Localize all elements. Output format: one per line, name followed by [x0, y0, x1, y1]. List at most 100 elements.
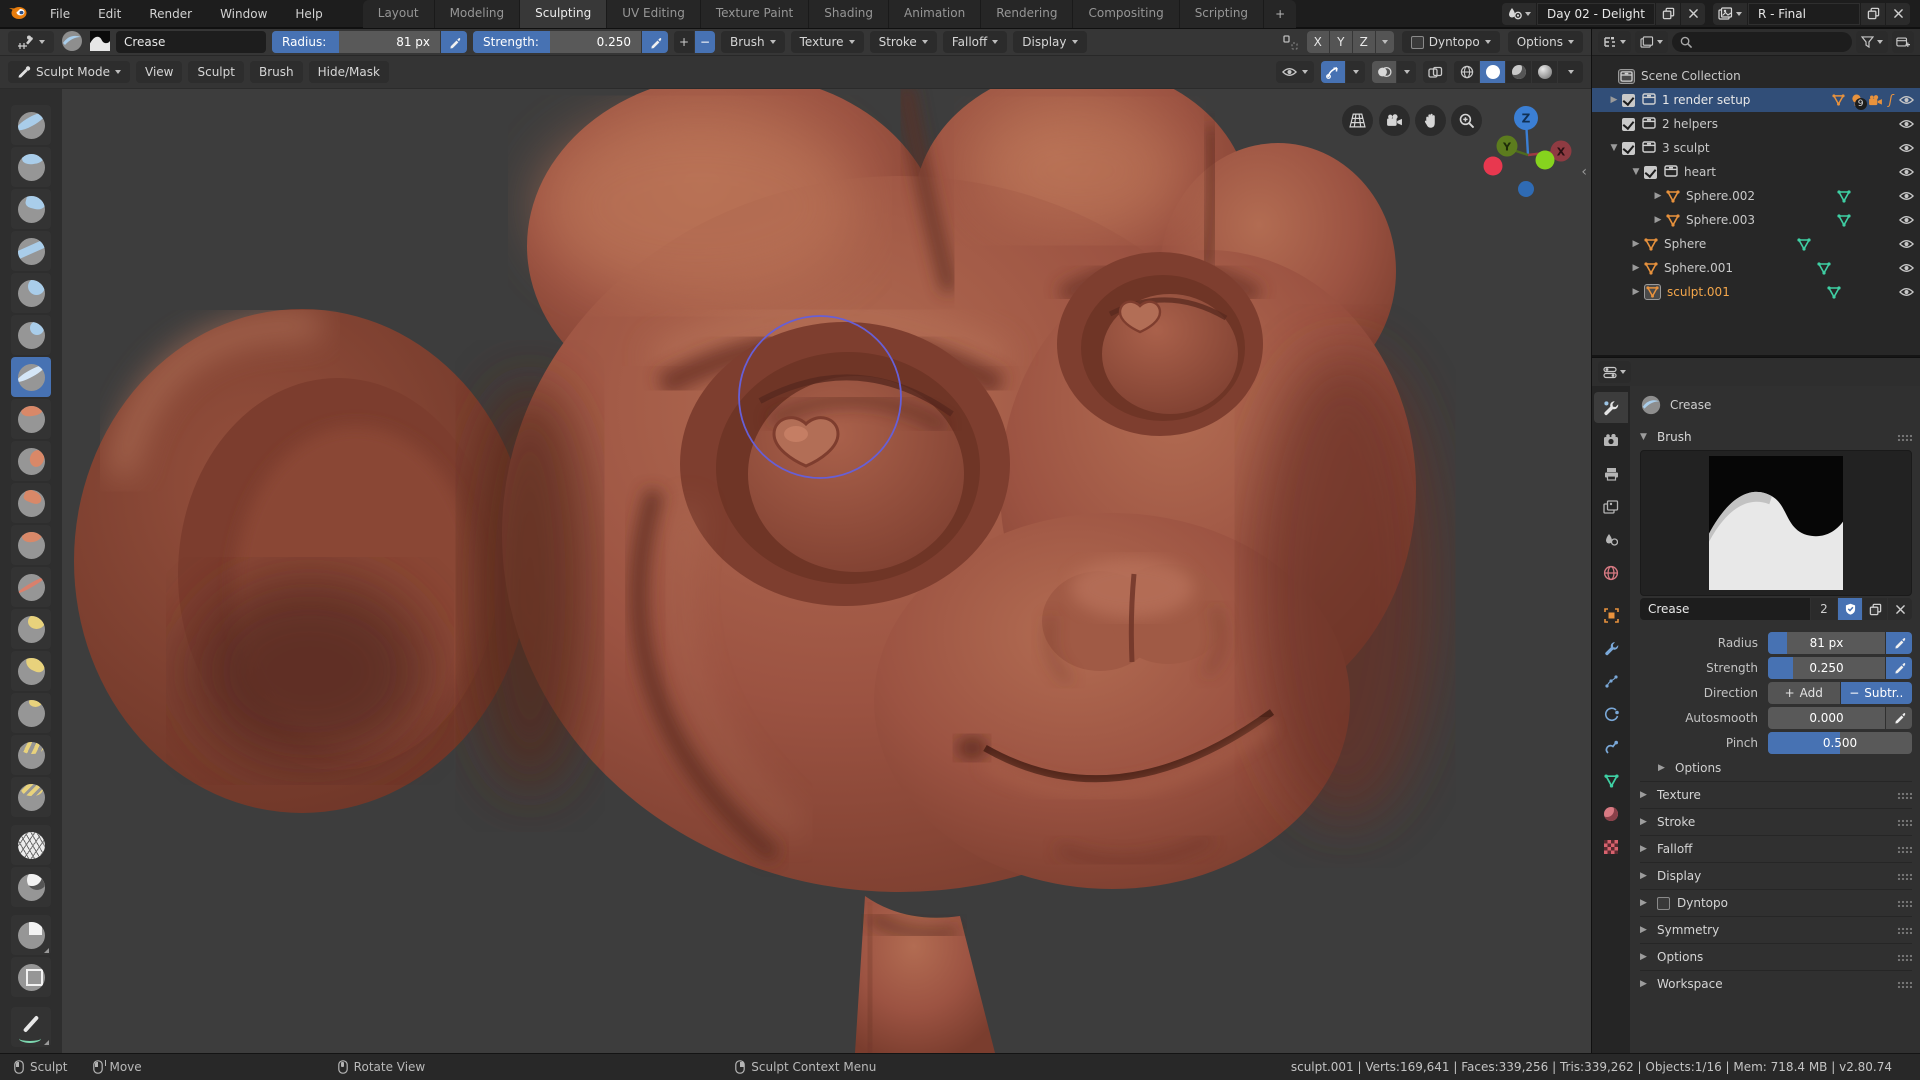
tool-crease[interactable]	[11, 357, 51, 397]
camera-view-button[interactable]	[1379, 105, 1410, 136]
radius-pressure-toggle[interactable]	[441, 31, 467, 53]
direction-subtract-button[interactable]: −	[695, 31, 715, 53]
tab-render[interactable]	[1594, 425, 1628, 456]
shading-rendered-button[interactable]	[1532, 61, 1557, 83]
drag-handle-icon[interactable]	[1897, 818, 1912, 826]
new-collection-button[interactable]	[1892, 31, 1914, 53]
tool-flatten[interactable]	[11, 441, 51, 481]
direction-add-button[interactable]: + Add	[1768, 681, 1840, 704]
expander-closed-icon[interactable]: ▶	[1650, 215, 1666, 225]
strength-slider[interactable]: 0.250	[1768, 656, 1885, 679]
scene-browse-button[interactable]	[1502, 2, 1536, 25]
brush-preview-thumbnail[interactable]	[90, 30, 110, 54]
hide-in-viewport-icon[interactable]	[1899, 167, 1914, 177]
tab-texture[interactable]	[1594, 831, 1628, 862]
display-menu[interactable]: Display	[1013, 31, 1087, 53]
collection-checkbox[interactable]	[1622, 141, 1635, 155]
tab-layout[interactable]: Layout	[362, 0, 435, 28]
axis-gizmo[interactable]: Z X Y	[1468, 96, 1588, 206]
tab-physics[interactable]	[1594, 699, 1628, 730]
brush-users-count[interactable]: 2	[1811, 598, 1837, 620]
hide-in-viewport-icon[interactable]	[1899, 191, 1914, 201]
gizmo-minus-z-axis[interactable]	[1518, 181, 1534, 197]
scene-name-field[interactable]: Day 02 - Delight	[1537, 2, 1655, 25]
options-subpanel-header[interactable]: ▶ Options	[1658, 755, 1912, 781]
scene-unlink-button[interactable]	[1681, 2, 1705, 25]
collection-checkbox[interactable]	[1622, 117, 1635, 131]
properties-editor-type-dropdown[interactable]	[1598, 361, 1631, 383]
direction-subtract-button[interactable]: − Subtr..	[1840, 681, 1912, 704]
tab-object-data[interactable]	[1594, 765, 1628, 796]
menu-help[interactable]: Help	[283, 3, 334, 25]
outliner-display-mode-dropdown[interactable]	[1635, 31, 1668, 53]
tool-inflate[interactable]	[11, 273, 51, 313]
collection-checkbox[interactable]	[1644, 165, 1657, 179]
tool-scrape[interactable]	[11, 525, 51, 565]
direction-add-button[interactable]: +	[674, 31, 694, 53]
tab-scene[interactable]	[1594, 524, 1628, 555]
outliner-row-sphere[interactable]: ▶ Sphere	[1592, 232, 1920, 256]
menu-hide-mask[interactable]: Hide/Mask	[308, 61, 389, 83]
pinch-slider[interactable]: 0.500	[1768, 731, 1912, 754]
duplicate-brush-button[interactable]	[1863, 598, 1887, 620]
tab-view-layer[interactable]	[1594, 491, 1628, 522]
dyntopo-menu[interactable]: Dyntopo	[1401, 31, 1500, 53]
blender-logo-icon[interactable]	[8, 4, 28, 23]
outliner-filter-dropdown[interactable]	[1856, 31, 1888, 53]
tool-box-hide[interactable]	[11, 957, 51, 997]
shading-dropdown[interactable]	[1558, 61, 1583, 83]
symmetry-z-toggle[interactable]: Z	[1352, 31, 1375, 53]
expander-closed-icon[interactable]: ▶	[1606, 95, 1622, 105]
symmetry-y-toggle[interactable]: Y	[1329, 31, 1352, 53]
add-workspace-button[interactable]: +	[1264, 0, 1297, 28]
hide-in-viewport-icon[interactable]	[1899, 263, 1914, 273]
dyntopo-checkbox[interactable]	[1410, 35, 1424, 49]
tab-uv-editing[interactable]: UV Editing	[607, 0, 701, 28]
symmetry-panel-header[interactable]: ▶ Symmetry	[1640, 916, 1912, 943]
stroke-menu[interactable]: Stroke	[869, 31, 937, 53]
autosmooth-slider[interactable]: 0.000	[1768, 706, 1885, 729]
drag-handle-icon[interactable]	[1897, 980, 1912, 988]
menu-sculpt[interactable]: Sculpt	[188, 61, 244, 83]
dyntopo-panel-header[interactable]: ▶ Dyntopo	[1640, 889, 1912, 916]
shading-wireframe-button[interactable]	[1454, 61, 1479, 83]
gizmo-minus-x-axis[interactable]	[1483, 156, 1503, 176]
expander-open-icon[interactable]: ▼	[1628, 167, 1644, 177]
stroke-panel-header[interactable]: ▶ Stroke	[1640, 808, 1912, 835]
tab-scripting[interactable]: Scripting	[1179, 0, 1265, 28]
tab-rendering[interactable]: Rendering	[981, 0, 1074, 28]
view-layer-remove-button[interactable]	[1886, 2, 1910, 25]
display-panel-header[interactable]: ▶ Display	[1640, 862, 1912, 889]
expander-closed-icon[interactable]: ▶	[1628, 239, 1644, 249]
tool-draw[interactable]	[11, 105, 51, 145]
radius-pressure-toggle[interactable]	[1886, 631, 1912, 654]
outliner-row-render-setup[interactable]: ▶ 1 render setup 9 ʃ	[1592, 88, 1920, 112]
collection-checkbox[interactable]	[1622, 93, 1635, 107]
drag-handle-icon[interactable]	[1897, 845, 1912, 853]
view-layer-browse-button[interactable]	[1713, 2, 1747, 25]
menu-file[interactable]: File	[38, 3, 82, 25]
outliner-row-sphere-002[interactable]: ▶ Sphere.002	[1592, 184, 1920, 208]
tab-texture-paint[interactable]: Texture Paint	[700, 0, 810, 28]
strength-pressure-toggle[interactable]	[1886, 656, 1912, 679]
gizmos-toggle[interactable]	[1321, 61, 1345, 83]
drag-handle-icon[interactable]	[1897, 953, 1912, 961]
tab-particles[interactable]	[1594, 666, 1628, 697]
radius-slider[interactable]: Radius: 81 px	[272, 31, 440, 53]
dyntopo-panel-checkbox[interactable]	[1657, 896, 1670, 910]
hide-in-viewport-icon[interactable]	[1899, 239, 1914, 249]
expander-closed-icon[interactable]: ▶	[1650, 191, 1666, 201]
tool-pinch[interactable]	[11, 567, 51, 607]
gizmo-minus-y-axis[interactable]	[1535, 150, 1555, 170]
tool-blob[interactable]	[11, 315, 51, 355]
tab-world[interactable]	[1594, 557, 1628, 588]
menu-window[interactable]: Window	[208, 3, 279, 25]
tool-rotate[interactable]	[11, 777, 51, 817]
tab-animation[interactable]: Animation	[889, 0, 982, 28]
outliner-row-scene-collection[interactable]: Scene Collection	[1592, 64, 1920, 88]
symmetry-x-toggle[interactable]: X	[1306, 31, 1329, 53]
mode-dropdown[interactable]: Sculpt Mode	[8, 61, 130, 83]
tool-layer[interactable]	[11, 231, 51, 271]
tab-material[interactable]	[1594, 798, 1628, 829]
autosmooth-pressure-toggle[interactable]	[1886, 706, 1912, 729]
